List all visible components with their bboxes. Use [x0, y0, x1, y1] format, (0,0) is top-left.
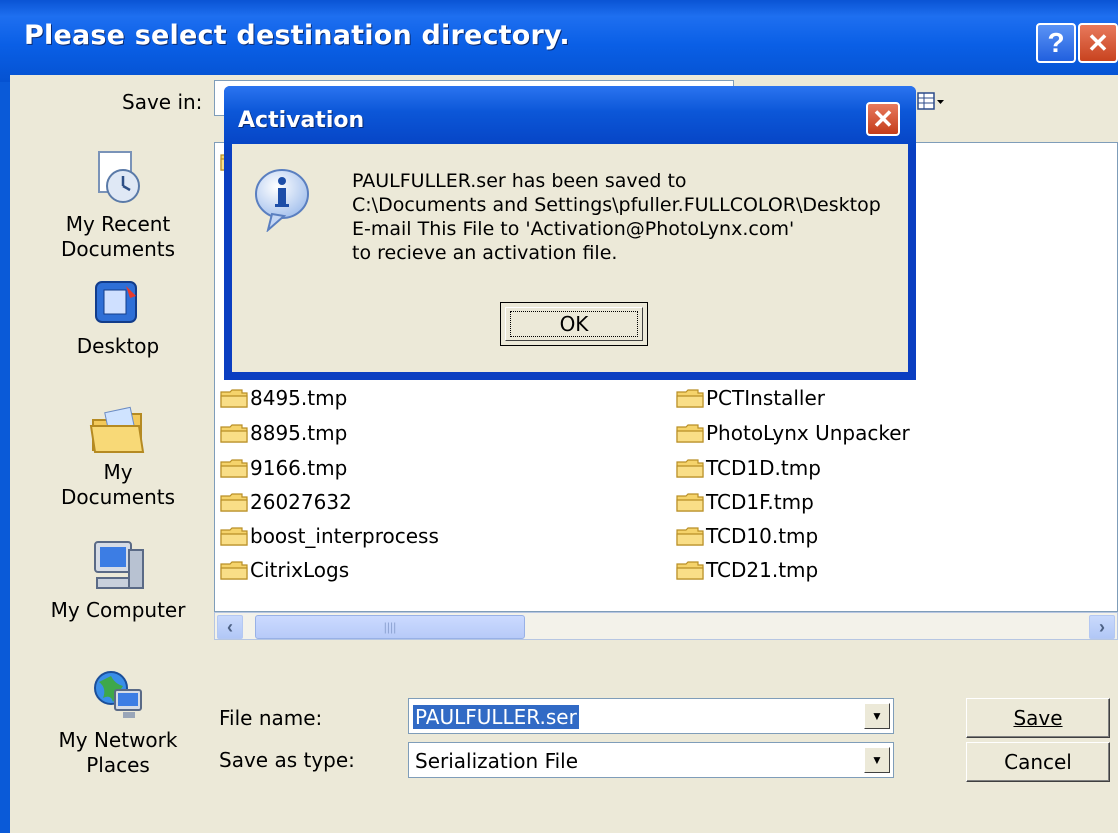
message-title: Activation — [238, 108, 365, 133]
chevron-left-icon: ‹ — [227, 616, 233, 637]
folder-icon — [676, 388, 704, 408]
place-label: Desktop — [76, 334, 160, 358]
place-network[interactable]: My Network Places — [48, 668, 188, 778]
save-button[interactable]: Save — [966, 698, 1110, 738]
close-icon: ✕ — [872, 103, 894, 134]
file-name-dropdown-button[interactable]: ▼ — [864, 703, 890, 729]
folder-icon — [676, 458, 704, 478]
folder-icon — [676, 492, 704, 512]
place-my-computer[interactable]: My Computer — [48, 538, 188, 623]
my-documents-icon — [89, 406, 145, 453]
folder-icon — [220, 492, 248, 512]
information-icon — [255, 169, 309, 232]
list-item[interactable]: TCD1D.tmp — [676, 453, 821, 483]
save-in-label: Save in: — [122, 90, 203, 114]
message-title-bar[interactable]: Activation ✕ — [224, 86, 916, 150]
ok-button-label: OK — [510, 311, 638, 337]
folder-icon — [220, 388, 248, 408]
horizontal-scrollbar[interactable]: ‹ |||| › — [214, 612, 1118, 640]
place-desktop[interactable]: Desktop — [48, 278, 188, 359]
place-my-documents[interactable]: My Documents — [48, 406, 188, 510]
list-item[interactable]: PCTInstaller — [676, 383, 825, 413]
list-item[interactable]: 26027632 — [220, 487, 352, 517]
ok-button-face: OK — [505, 307, 643, 341]
folder-icon — [676, 560, 704, 580]
message-close-button[interactable]: ✕ — [866, 102, 900, 136]
list-item[interactable]: 8895.tmp — [220, 418, 347, 448]
desktop-icon — [95, 281, 137, 323]
folder-icon — [676, 423, 704, 443]
recent-documents-icon — [98, 151, 140, 203]
chevron-down-icon: ▼ — [871, 753, 883, 767]
message-line: E-mail This File to 'Activation@PhotoLyn… — [352, 218, 795, 240]
place-label: My Computer — [50, 598, 186, 622]
place-label: My Network Places — [58, 728, 178, 777]
save-as-type-label: Save as type: — [219, 748, 355, 772]
activation-message-box: Activation ✕ PAULFULLER.ser has been sav… — [224, 86, 916, 380]
chevron-down-icon: ▼ — [871, 709, 883, 723]
file-name-field[interactable]: PAULFULLER.ser ▼ — [408, 698, 894, 734]
message-line: to recieve an activation file. — [352, 242, 618, 264]
message-body: PAULFULLER.ser has been saved to C:\Docu… — [232, 144, 908, 372]
folder-icon — [220, 560, 248, 580]
view-menu-icon[interactable] — [916, 90, 946, 112]
list-item[interactable]: 9166.tmp — [220, 453, 347, 483]
folder-icon — [220, 526, 248, 546]
scroll-right-button[interactable]: › — [1089, 615, 1115, 639]
cancel-button[interactable]: Cancel — [966, 742, 1110, 782]
save-as-type-dropdown[interactable]: Serialization File ▼ — [408, 742, 894, 778]
message-line: C:\Documents and Settings\pfuller.FULLCO… — [352, 194, 881, 216]
chevron-right-icon: › — [1099, 616, 1105, 637]
grip-icon: |||| — [383, 620, 397, 634]
save-as-type-value: Serialization File — [415, 749, 579, 773]
list-item[interactable]: 8495.tmp — [220, 383, 347, 413]
folder-icon — [676, 526, 704, 546]
folder-icon — [220, 458, 248, 478]
folder-icon — [220, 423, 248, 443]
list-item[interactable]: TCD21.tmp — [676, 555, 818, 585]
dialog-title-bar[interactable]: Please select destination directory. ? ✕ — [0, 0, 1118, 82]
ok-button[interactable]: OK — [500, 302, 648, 346]
help-button[interactable]: ? — [1036, 23, 1076, 63]
close-button[interactable]: ✕ — [1078, 23, 1118, 63]
message-line: PAULFULLER.ser has been saved to — [352, 170, 687, 192]
list-item[interactable]: TCD1F.tmp — [676, 487, 814, 517]
place-label: My Recent Documents — [60, 212, 176, 261]
list-item[interactable]: CitrixLogs — [220, 555, 349, 585]
save-as-type-dropdown-button[interactable]: ▼ — [864, 747, 890, 773]
scroll-left-button[interactable]: ‹ — [217, 615, 243, 639]
help-icon: ? — [1047, 27, 1065, 58]
place-recent-documents[interactable]: My Recent Documents — [48, 150, 188, 262]
network-places-icon — [94, 671, 142, 718]
close-icon: ✕ — [1087, 27, 1109, 58]
file-name-value: PAULFULLER.ser — [413, 705, 579, 729]
my-computer-icon — [94, 541, 144, 589]
list-item[interactable]: boost_interprocess — [220, 521, 439, 551]
place-label: My Documents — [60, 460, 176, 509]
list-item[interactable]: TCD10.tmp — [676, 521, 818, 551]
dialog-title: Please select destination directory. — [24, 20, 570, 51]
list-item[interactable]: PhotoLynx Unpacker — [676, 418, 910, 448]
scroll-thumb[interactable]: |||| — [255, 615, 525, 639]
file-name-label: File name: — [219, 706, 323, 730]
